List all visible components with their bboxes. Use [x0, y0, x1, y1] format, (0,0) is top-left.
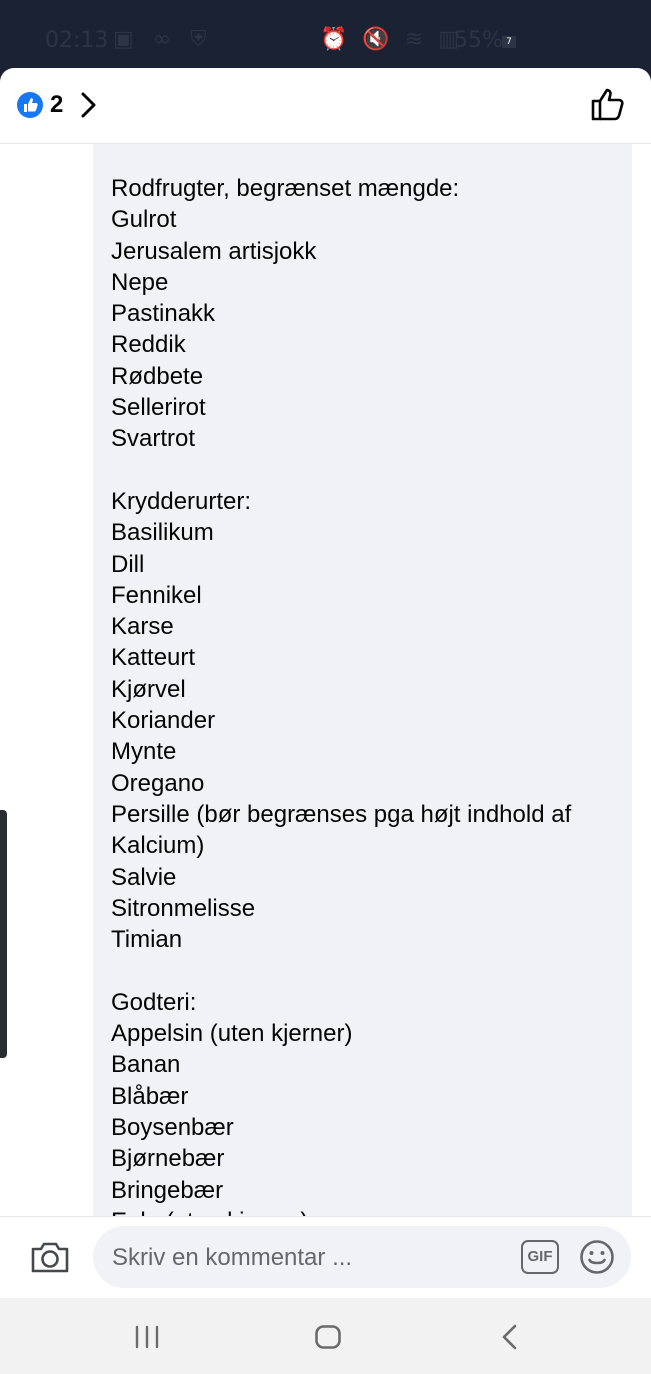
comment-sheet: 2 Rodfrugter, begrænset mængde: Gulrot J… [0, 68, 651, 1298]
comment-composer: Skriv en kommentar ... GIF [0, 1216, 651, 1298]
recents-icon[interactable] [133, 1325, 161, 1354]
thumbs-up-outline-icon[interactable] [590, 86, 628, 127]
thumbs-up-icon [17, 92, 43, 118]
status-system-icons: ⏰ 🔇 ≋ ▥ [320, 27, 463, 52]
back-icon[interactable] [500, 1324, 520, 1355]
chevron-right-icon[interactable] [78, 90, 100, 125]
comment-placeholder: Skriv en kommentar ... [112, 1244, 353, 1271]
comment-text: Rodfrugter, begrænset mængde: Gulrot Jer… [111, 175, 572, 1216]
camera-icon[interactable] [30, 1239, 70, 1280]
comment-bubble: Rodfrugter, begrænset mængde: Gulrot Jer… [93, 144, 632, 1216]
edge-panel-handle[interactable] [0, 810, 7, 1058]
comment-input[interactable]: Skriv en kommentar ... GIF [93, 1226, 631, 1288]
gif-button[interactable]: GIF [521, 1240, 559, 1274]
like-count[interactable]: 2 [50, 91, 63, 119]
battery-level: 55% [454, 28, 503, 53]
smiley-icon[interactable] [579, 1239, 615, 1280]
status-bar: 02:13 ▣ ∞ ⛨ ⏰ 🔇 ≋ ▥ 55% 7 [0, 0, 651, 68]
status-notification-icons: ▣ ∞ ⛨ [113, 27, 213, 52]
notification-badge: 7 [502, 36, 516, 48]
system-nav-bar [0, 1298, 651, 1374]
status-time: 02:13 [45, 28, 109, 53]
reactions-header: 2 [0, 68, 651, 144]
home-icon[interactable] [314, 1324, 342, 1355]
